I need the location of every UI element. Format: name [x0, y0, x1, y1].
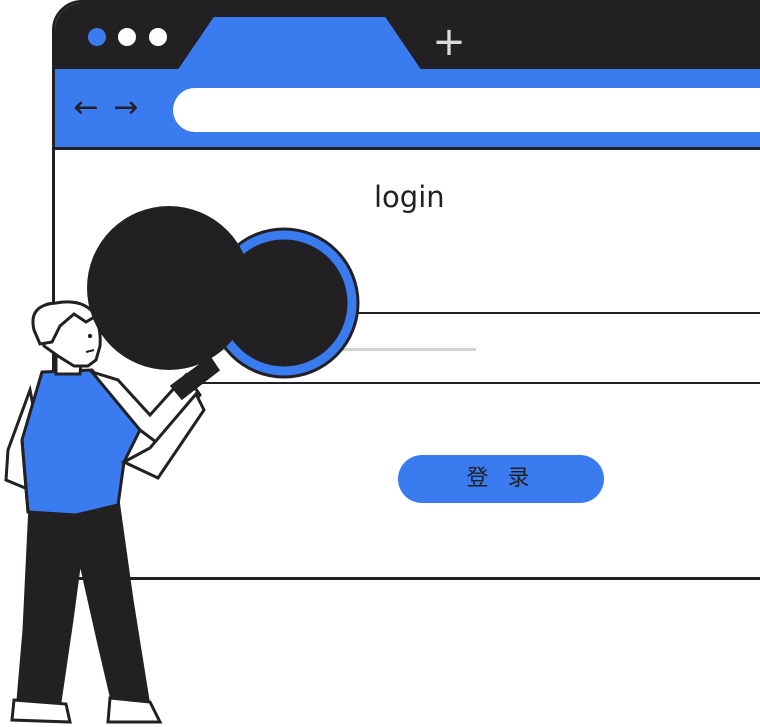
- arrow-right-icon[interactable]: →: [109, 93, 143, 123]
- input-underline: [213, 348, 476, 351]
- window-dot-icon[interactable]: [118, 28, 136, 46]
- address-bar[interactable]: [173, 88, 760, 132]
- window-dot-icon[interactable]: [149, 28, 167, 46]
- page-title: login: [374, 180, 445, 214]
- page-content: login 登 录: [55, 150, 760, 577]
- arrow-left-icon[interactable]: ←: [69, 93, 103, 123]
- browser-titlebar: +: [55, 3, 760, 71]
- login-button[interactable]: 登 录: [398, 455, 604, 503]
- browser-tab-active[interactable]: [177, 17, 422, 71]
- illustration-stage: + ← → login 登 录: [0, 0, 760, 727]
- browser-navbar: ← →: [55, 69, 760, 150]
- plus-icon[interactable]: +: [430, 22, 468, 62]
- browser-window: + ← → login 登 录: [52, 0, 760, 580]
- window-dot-icon[interactable]: [88, 28, 106, 46]
